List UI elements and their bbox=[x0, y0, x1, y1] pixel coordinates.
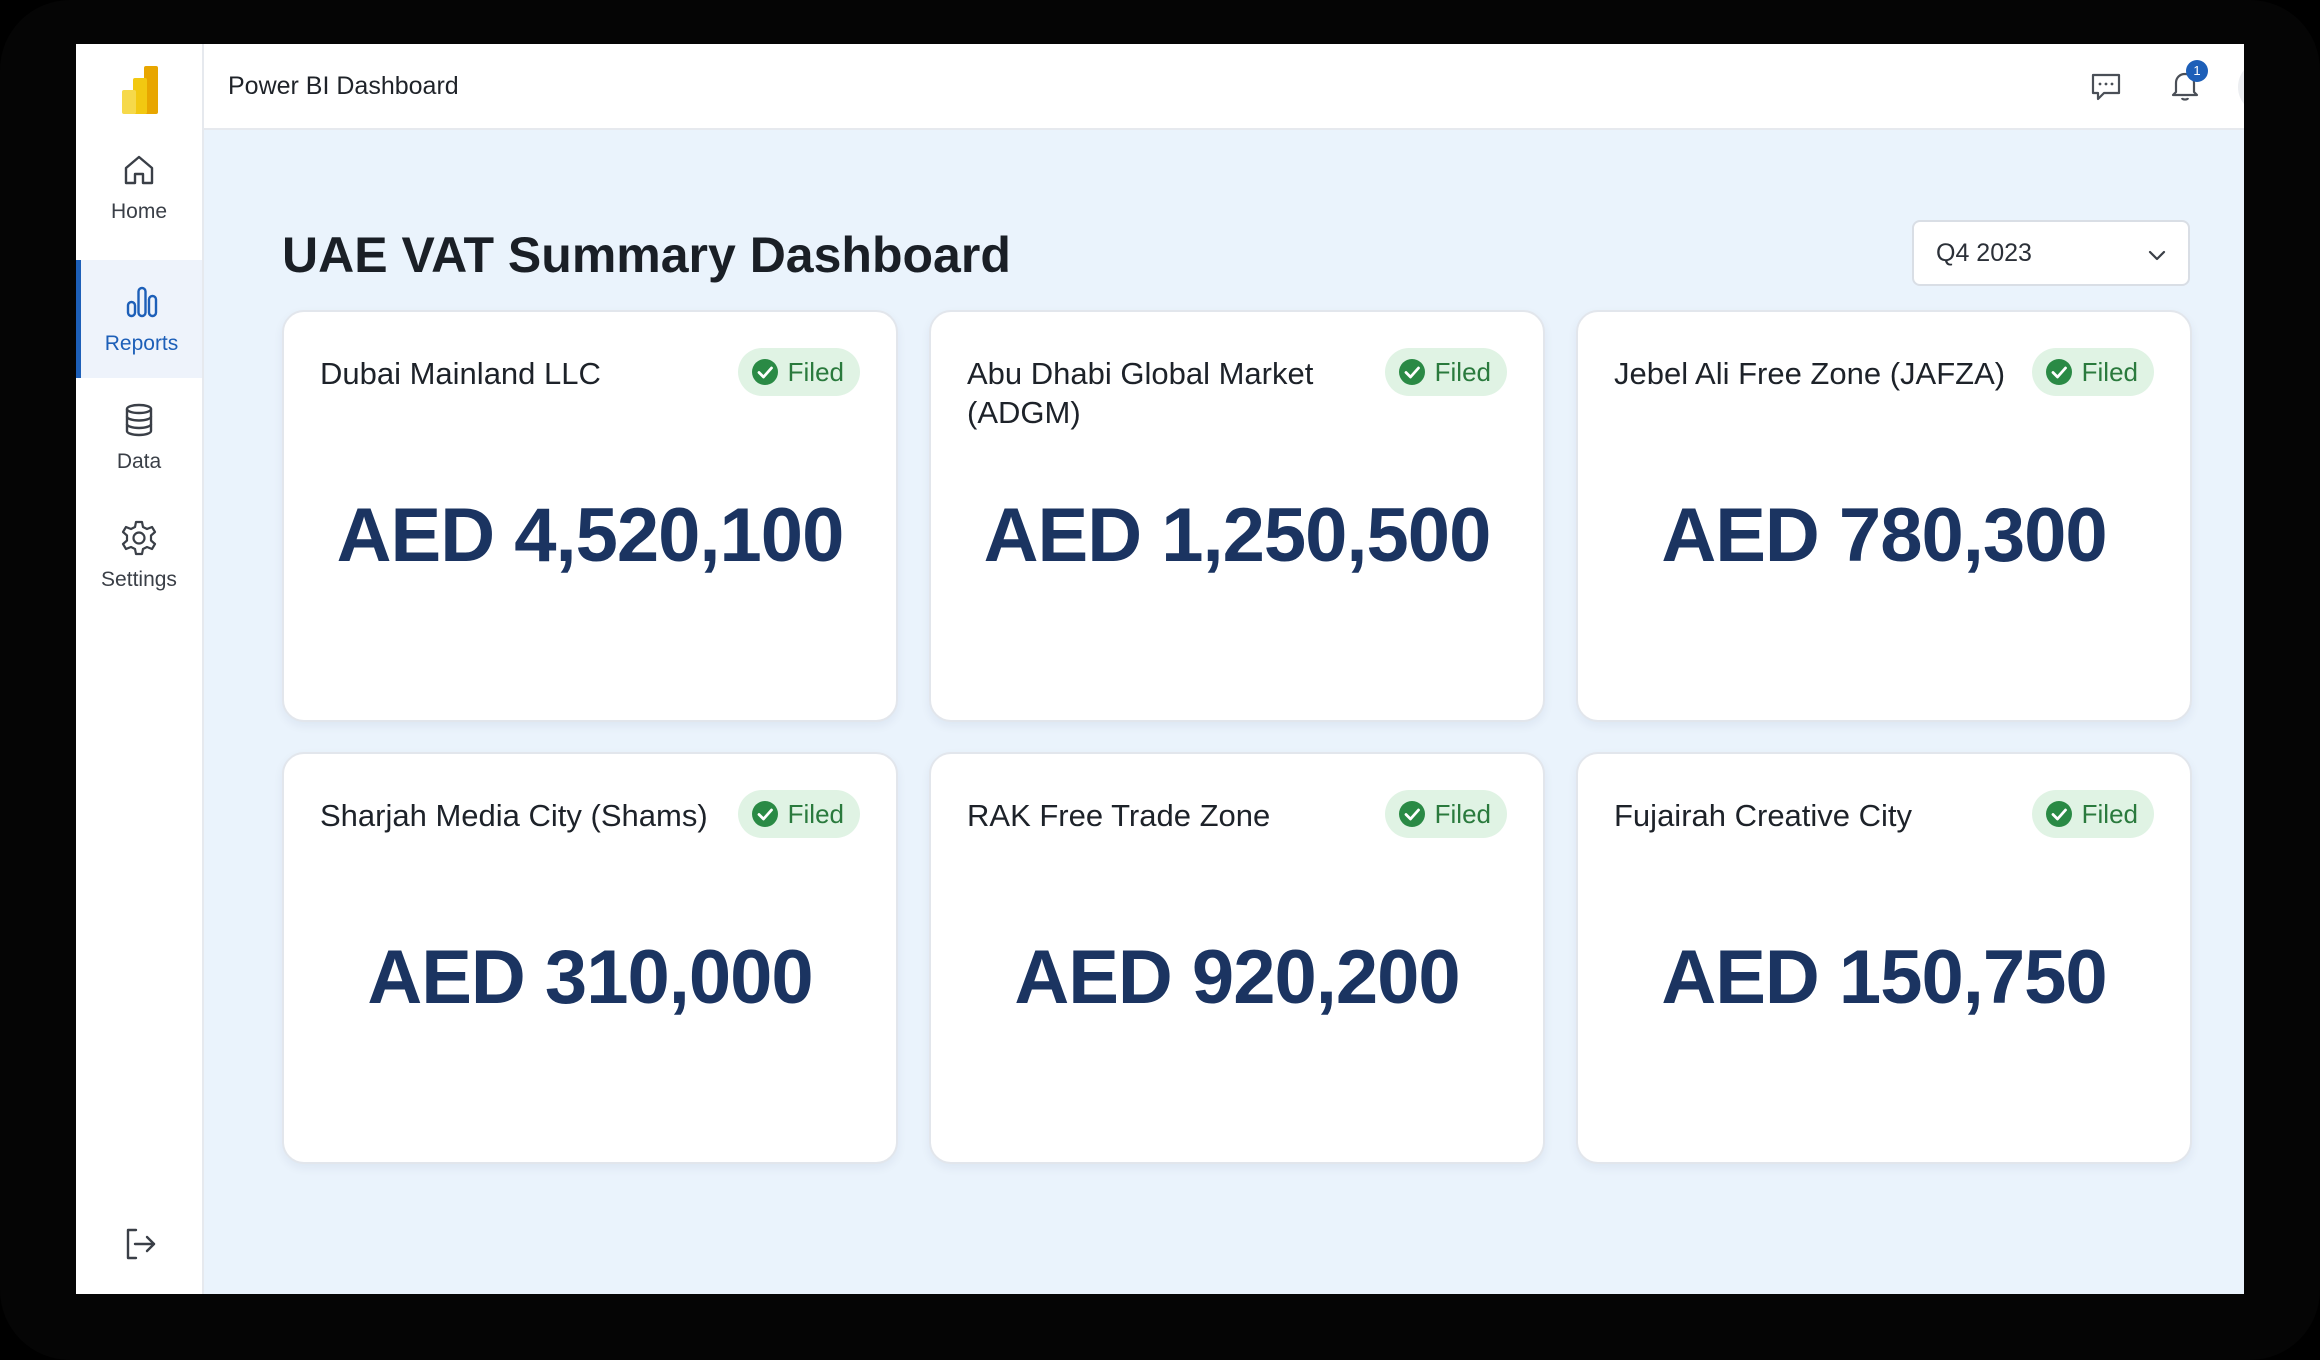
status-badge: Filed bbox=[1384, 790, 1507, 838]
entity-name: Fujairah Creative City bbox=[1614, 798, 1913, 833]
vat-amount: AED 780,300 bbox=[1661, 493, 2107, 578]
entity-card[interactable]: Sharjah Media City (Shams) Filed AED 310… bbox=[282, 752, 898, 1164]
entity-card[interactable]: Abu Dhabi Global Market (ADGM) Filed AED… bbox=[929, 310, 1545, 722]
sidebar: Home Reports Data Settings bbox=[76, 44, 204, 1294]
status-label: Filed bbox=[2081, 356, 2138, 387]
vat-amount: AED 1,250,500 bbox=[983, 493, 1492, 578]
check-circle-icon bbox=[751, 359, 778, 385]
app-window: Home Reports Data Settings Power BI Dash… bbox=[76, 44, 2244, 1294]
check-circle-icon bbox=[2045, 359, 2072, 385]
check-circle-icon bbox=[1398, 801, 1425, 827]
page-title: UAE VAT Summary Dashboard bbox=[282, 227, 1011, 283]
top-bar: Power BI Dashboard 1 bbox=[204, 44, 2244, 130]
check-circle-icon bbox=[1398, 359, 1425, 385]
entity-name: Sharjah Media City (Shams) bbox=[320, 798, 708, 833]
home-icon bbox=[124, 155, 154, 185]
power-bi-logo-icon[interactable] bbox=[120, 66, 160, 114]
vat-amount: AED 150,750 bbox=[1661, 935, 2107, 1020]
entity-card[interactable]: Jebel Ali Free Zone (JAFZA) Filed AED 78… bbox=[1576, 310, 2192, 722]
gear-icon bbox=[121, 520, 157, 556]
device-frame: Home Reports Data Settings Power BI Dash… bbox=[0, 0, 2320, 1360]
status-badge: Filed bbox=[2031, 348, 2154, 396]
status-label: Filed bbox=[2081, 798, 2138, 829]
sidebar-item-label: Home bbox=[110, 200, 168, 223]
status-label: Filed bbox=[1434, 356, 1491, 387]
sidebar-item-label: Settings bbox=[101, 568, 177, 591]
status-label: Filed bbox=[787, 798, 844, 829]
notification-badge: 1 bbox=[2186, 60, 2208, 82]
entity-name: RAK Free Trade Zone bbox=[967, 798, 1271, 833]
period-dropdown[interactable]: Q4 2023 bbox=[1912, 220, 2190, 286]
sidebar-item-label: Data bbox=[116, 450, 162, 473]
check-circle-icon bbox=[2045, 801, 2072, 827]
logout-icon[interactable] bbox=[120, 1224, 160, 1264]
entity-name: Dubai Mainland LLC bbox=[320, 356, 601, 391]
status-badge: Filed bbox=[1384, 348, 1507, 396]
status-badge: Filed bbox=[737, 348, 860, 396]
entity-card[interactable]: Fujairah Creative City Filed AED 150,750 bbox=[1576, 752, 2192, 1164]
entity-name: Jebel Ali Free Zone (JAFZA) bbox=[1614, 356, 2006, 391]
vat-amount: AED 920,200 bbox=[1014, 935, 1460, 1020]
sidebar-item-settings[interactable]: Settings bbox=[76, 496, 202, 614]
chat-icon[interactable] bbox=[2088, 68, 2124, 104]
main-content: UAE VAT Summary Dashboard Q4 2023 Dubai … bbox=[204, 130, 2244, 1294]
status-label: Filed bbox=[1434, 798, 1491, 829]
status-label: Filed bbox=[787, 356, 844, 387]
check-circle-icon bbox=[751, 801, 778, 827]
sidebar-item-data[interactable]: Data bbox=[76, 378, 202, 496]
chevron-down-icon bbox=[2148, 250, 2166, 261]
bar-chart-icon bbox=[126, 286, 157, 318]
vat-amount: AED 4,520,100 bbox=[336, 493, 845, 578]
sidebar-item-home[interactable]: Home bbox=[76, 128, 202, 246]
entity-name: Abu Dhabi Global Market (ADGM) bbox=[967, 356, 1314, 430]
period-dropdown-value: Q4 2023 bbox=[1936, 238, 2032, 267]
entity-card[interactable]: RAK Free Trade Zone Filed AED 920,200 bbox=[929, 752, 1545, 1164]
sidebar-item-label: Reports bbox=[104, 332, 179, 355]
vat-amount: AED 310,000 bbox=[367, 935, 813, 1020]
app-title: Power BI Dashboard bbox=[228, 72, 459, 100]
status-badge: Filed bbox=[2031, 790, 2154, 838]
sidebar-item-reports[interactable]: Reports bbox=[76, 260, 202, 378]
entity-card[interactable]: Dubai Mainland LLC Filed AED 4,520,100 bbox=[282, 310, 898, 722]
database-icon bbox=[125, 403, 153, 437]
avatar[interactable] bbox=[2238, 60, 2244, 114]
status-badge: Filed bbox=[737, 790, 860, 838]
